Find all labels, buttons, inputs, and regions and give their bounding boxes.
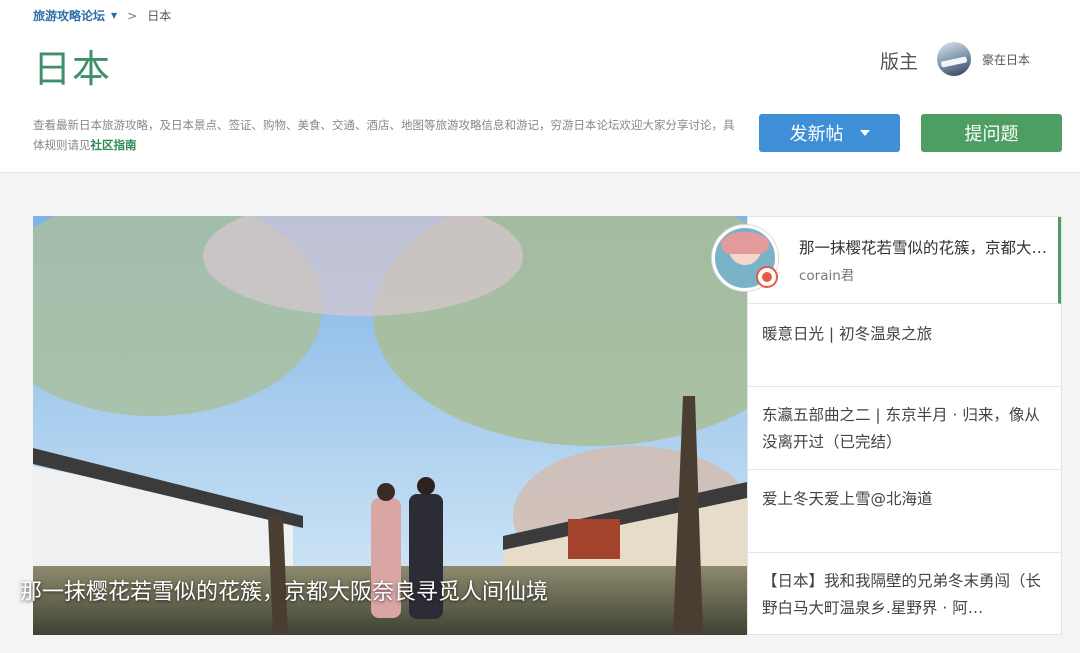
featured-photo xyxy=(33,216,747,635)
ask-question-label: 提问题 xyxy=(964,124,1019,145)
breadcrumb-separator: > xyxy=(127,8,138,23)
featured-caption[interactable]: 那一抹樱花若雪似的花簇，京都大阪奈良寻觅人间仙境 xyxy=(20,574,548,606)
list-item[interactable]: 【日本】我和我隔壁的兄弟冬末勇闯（长野白马大町温泉乡.星野界 · 阿… xyxy=(748,553,1061,636)
forum-description: 查看最新日本旅游攻略，及日本景点、签证、购物、美食、交通、酒店、地图等旅游攻略信… xyxy=(33,115,743,155)
ask-question-button[interactable]: 提问题 xyxy=(921,114,1062,152)
list-item-title: 爱上冬天爱上雪@北海道 xyxy=(762,490,933,508)
new-post-label: 发新帖 xyxy=(789,124,844,145)
list-item-title: 暖意日光 | 初冬温泉之旅 xyxy=(762,325,933,343)
moderator-label: 版主 xyxy=(880,51,919,73)
new-post-button[interactable]: 发新帖 xyxy=(759,114,900,152)
chevron-down-icon[interactable]: ▼ xyxy=(111,11,117,20)
list-item[interactable]: 爱上冬天爱上雪@北海道 xyxy=(748,470,1061,553)
verified-badge-icon xyxy=(756,266,778,288)
active-post-author[interactable]: corain君 xyxy=(799,263,854,290)
moderator-avatar[interactable] xyxy=(937,42,971,76)
breadcrumb-forum-link[interactable]: 旅游攻略论坛 xyxy=(33,7,105,24)
page-title: 日本 xyxy=(33,47,112,91)
breadcrumb-current: 日本 xyxy=(147,9,172,23)
list-item[interactable]: 东瀛五部曲之二 | 东京半月 · 归来，像从没离开过（已完结） xyxy=(748,387,1061,470)
list-item-title: 东瀛五部曲之二 | 东京半月 · 归来，像从没离开过（已完结） xyxy=(762,406,1040,451)
active-post-title: 那一抹樱花若雪似的花簇，京都大阪奈良寻觅人间仙境 xyxy=(799,239,1054,257)
caret-down-icon xyxy=(859,130,870,136)
community-guide-link[interactable]: 社区指南 xyxy=(91,138,137,152)
featured-banner[interactable] xyxy=(33,216,747,635)
forum-header: 旅游攻略论坛 ▼ > 日本 日本 版主 豪在日本 查看最新日本旅游攻略，及日本景… xyxy=(0,0,1080,173)
list-item-title: 【日本】我和我隔壁的兄弟冬末勇闯（长野白马大町温泉乡.星野界 · 阿… xyxy=(762,572,1042,617)
moderator-name-link[interactable]: 豪在日本 xyxy=(982,51,1030,68)
breadcrumb: 旅游攻略论坛 ▼ > 日本 xyxy=(33,7,171,24)
description-text: 查看最新日本旅游攻略，及日本景点、签证、购物、美食、交通、酒店、地图等旅游攻略信… xyxy=(33,118,735,152)
list-item-active[interactable]: 那一抹樱花若雪似的花簇，京都大阪奈良寻觅人间仙境 corain君 xyxy=(712,217,1061,304)
featured-post-list: 那一抹樱花若雪似的花簇，京都大阪奈良寻觅人间仙境 corain君 暖意日光 | … xyxy=(712,216,1062,636)
list-item[interactable]: 暖意日光 | 初冬温泉之旅 xyxy=(748,304,1061,387)
